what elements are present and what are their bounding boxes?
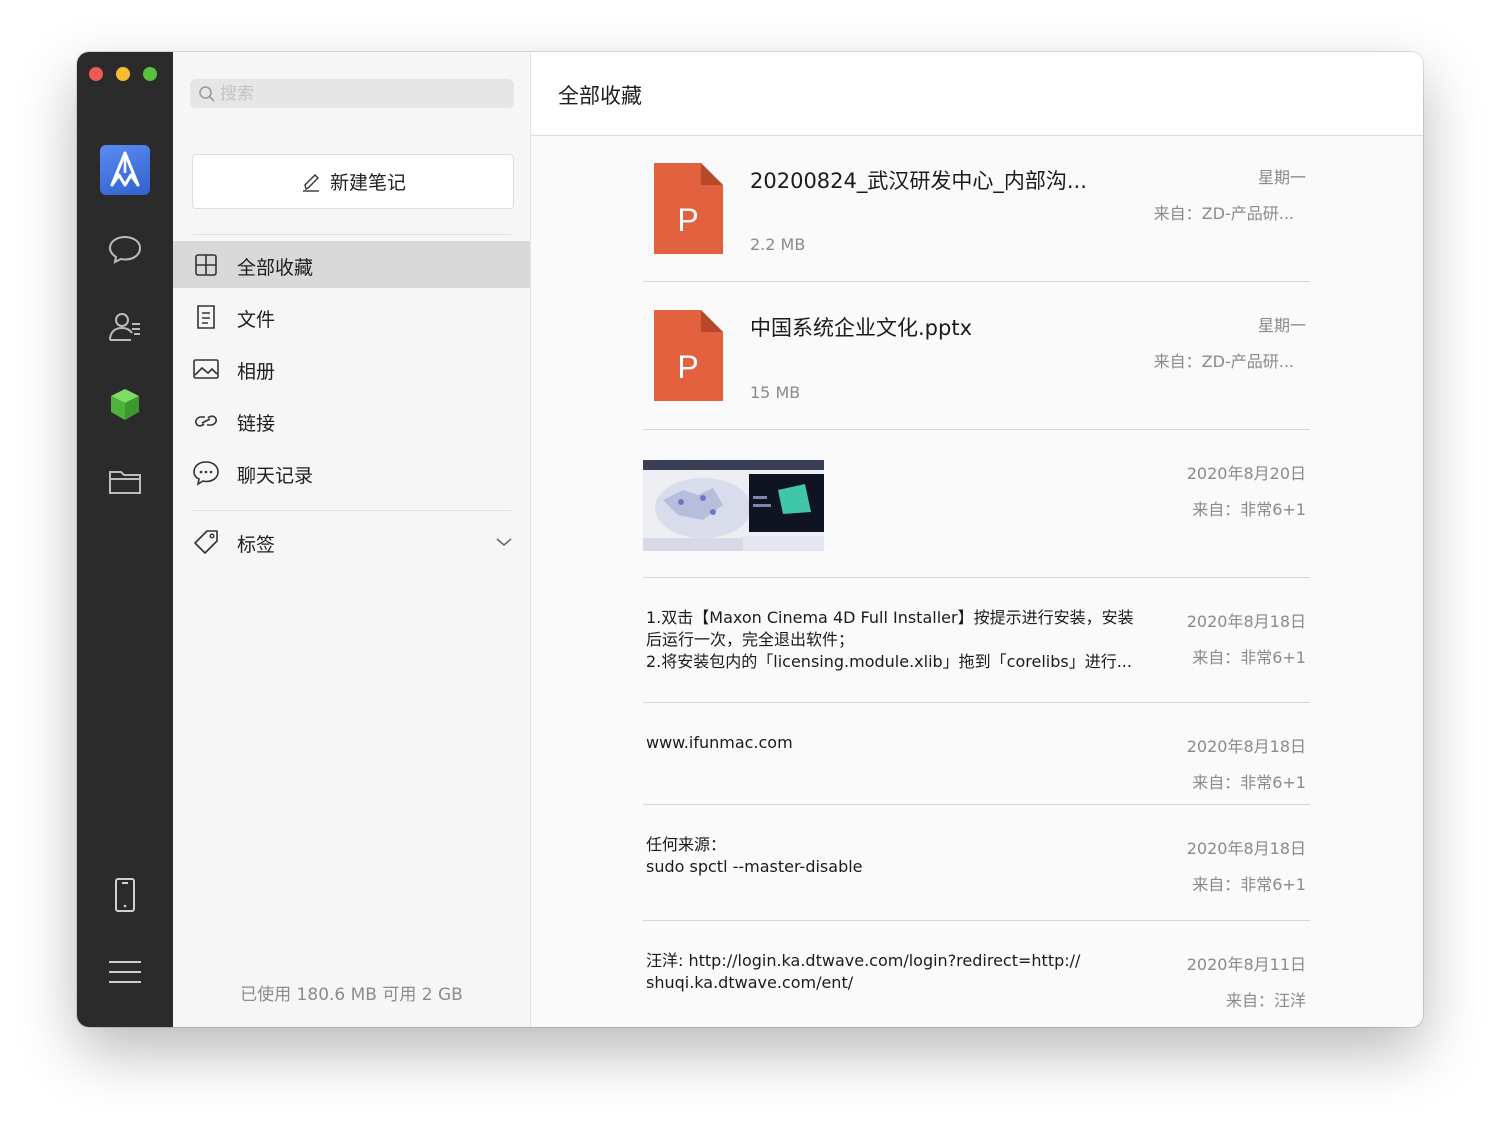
new-note-button[interactable]: 新建笔记 <box>192 154 514 209</box>
file-size: 2.2 MB <box>750 235 806 254</box>
divider <box>193 234 511 235</box>
list-item[interactable]: 1.双击【Maxon Cinema 4D Full Installer】按提示进… <box>643 578 1310 703</box>
list-item[interactable]: 2020年8月20日 来自：非常6+1 <box>643 430 1310 578</box>
zoom-window-button[interactable] <box>143 67 157 81</box>
list-item[interactable]: P 中国系统企业文化.pptx 15 MB 星期一 来自：ZD-产品研... <box>643 282 1310 430</box>
item-text: 汪洋: http://login.ka.dtwave.com/login?red… <box>646 950 1080 994</box>
ppt-file-icon: P <box>654 310 723 401</box>
favorites-list: P 20200824_武汉研发中心_内部沟... 2.2 MB 星期一 来自：Z… <box>643 137 1310 1027</box>
item-source: 来自：非常6+1 <box>1192 875 1306 894</box>
chevron-down-icon[interactable] <box>494 532 514 552</box>
svg-text:P: P <box>677 349 698 385</box>
item-date: 2020年8月18日 <box>1186 737 1306 756</box>
nav-item-tags[interactable]: 标签 <box>173 518 530 565</box>
phone-icon[interactable] <box>107 877 143 913</box>
nav-item-label: 链接 <box>237 413 276 435</box>
pencil-icon <box>302 173 319 192</box>
search-icon <box>199 86 215 102</box>
new-note-label: 新建笔记 <box>329 172 406 194</box>
text-line: 2.将安装包内的「licensing.module.xlib」拖到「coreli… <box>646 652 1132 671</box>
close-window-button[interactable] <box>89 67 103 81</box>
link-icon <box>192 407 220 435</box>
minimize-window-button[interactable] <box>116 67 130 81</box>
item-date: 星期一 <box>1257 316 1306 335</box>
item-text: 1.双击【Maxon Cinema 4D Full Installer】按提示进… <box>646 607 1134 673</box>
list-item[interactable]: P 20200824_武汉研发中心_内部沟... 2.2 MB 星期一 来自：Z… <box>643 137 1310 282</box>
menu-icon[interactable] <box>107 954 143 990</box>
item-date: 2020年8月20日 <box>1186 464 1306 483</box>
sidebar: 新建笔记 全部收藏 文件 相册 链接 聊天记录 标签 已使用 <box>173 52 531 1027</box>
contacts-icon[interactable] <box>107 309 143 345</box>
nav-item-label: 相册 <box>237 361 276 383</box>
nav-item-links[interactable]: 链接 <box>173 397 530 444</box>
main-header: 全部收藏 <box>531 52 1423 136</box>
item-text: www.ifunmac.com <box>646 732 793 754</box>
search-box[interactable] <box>190 79 514 108</box>
file-size: 15 MB <box>750 383 801 402</box>
item-date: 星期一 <box>1257 168 1306 187</box>
search-input[interactable] <box>220 79 510 108</box>
nav-item-all-favorites[interactable]: 全部收藏 <box>173 241 530 288</box>
file-name: 20200824_武汉研发中心_内部沟... <box>750 169 1087 193</box>
nav-item-album[interactable]: 相册 <box>173 345 530 392</box>
list-item[interactable]: 任何来源： sudo spctl --master-disable 2020年8… <box>643 805 1310 921</box>
item-date: 2020年8月11日 <box>1186 955 1306 974</box>
image-icon <box>192 355 220 383</box>
item-date: 2020年8月18日 <box>1186 612 1306 631</box>
storage-usage: 已使用 180.6 MB 可用 2 GB <box>240 985 463 1005</box>
nav-item-label: 聊天记录 <box>237 465 314 487</box>
nav-item-label: 文件 <box>237 309 276 331</box>
tag-icon <box>192 528 220 556</box>
list-item[interactable]: www.ifunmac.com 2020年8月18日 来自：非常6+1 <box>643 703 1310 805</box>
text-line: 汪洋: http://login.ka.dtwave.com/login?red… <box>646 951 1081 970</box>
chat-bubble-icon <box>192 459 220 487</box>
text-line: shuqi.ka.dtwave.com/ent/ <box>646 973 854 992</box>
divider <box>193 510 511 511</box>
file-name: 中国系统企业文化.pptx <box>750 316 972 340</box>
image-thumbnail <box>643 460 824 551</box>
app-logo-icon[interactable] <box>100 145 150 195</box>
item-source: 来自：非常6+1 <box>1192 648 1306 667</box>
item-date: 2020年8月18日 <box>1186 839 1306 858</box>
app-window: 新建笔记 全部收藏 文件 相册 链接 聊天记录 标签 已使用 <box>77 52 1423 1027</box>
svg-text:P: P <box>677 202 698 238</box>
text-line: 任何来源： <box>646 835 727 854</box>
grid-icon <box>192 251 220 279</box>
item-text: 任何来源： sudo spctl --master-disable <box>646 834 863 878</box>
text-line: 1.双击【Maxon Cinema 4D Full Installer】按提示进… <box>646 608 1134 627</box>
favorites-cube-icon[interactable] <box>107 386 143 422</box>
item-source: 来自：ZD-产品研... <box>1153 204 1294 223</box>
list-item[interactable]: 汪洋: http://login.ka.dtwave.com/login?red… <box>643 921 1310 1027</box>
item-source: 来自：汪洋 <box>1225 991 1306 1010</box>
main-panel: 全部收藏 P 20200824_武汉研发中心_内部沟... 2.2 MB 星期一… <box>531 52 1423 1027</box>
text-line: 后运行一次，完全退出软件； <box>646 630 855 649</box>
item-source: 来自：非常6+1 <box>1192 773 1306 792</box>
nav-item-chat-history[interactable]: 聊天记录 <box>173 449 530 496</box>
nav-item-label: 全部收藏 <box>237 257 314 279</box>
text-line: sudo spctl --master-disable <box>646 857 863 876</box>
left-rail <box>77 52 173 1027</box>
file-icon <box>192 303 220 331</box>
text-line: www.ifunmac.com <box>646 733 793 752</box>
tags-label: 标签 <box>237 534 276 556</box>
ppt-file-icon: P <box>654 163 723 254</box>
item-source: 来自：ZD-产品研... <box>1153 352 1294 371</box>
folder-icon[interactable] <box>107 463 143 499</box>
chat-icon[interactable] <box>107 231 143 267</box>
nav-item-files[interactable]: 文件 <box>173 293 530 340</box>
item-source: 来自：非常6+1 <box>1192 500 1306 519</box>
page-title: 全部收藏 <box>558 84 642 108</box>
